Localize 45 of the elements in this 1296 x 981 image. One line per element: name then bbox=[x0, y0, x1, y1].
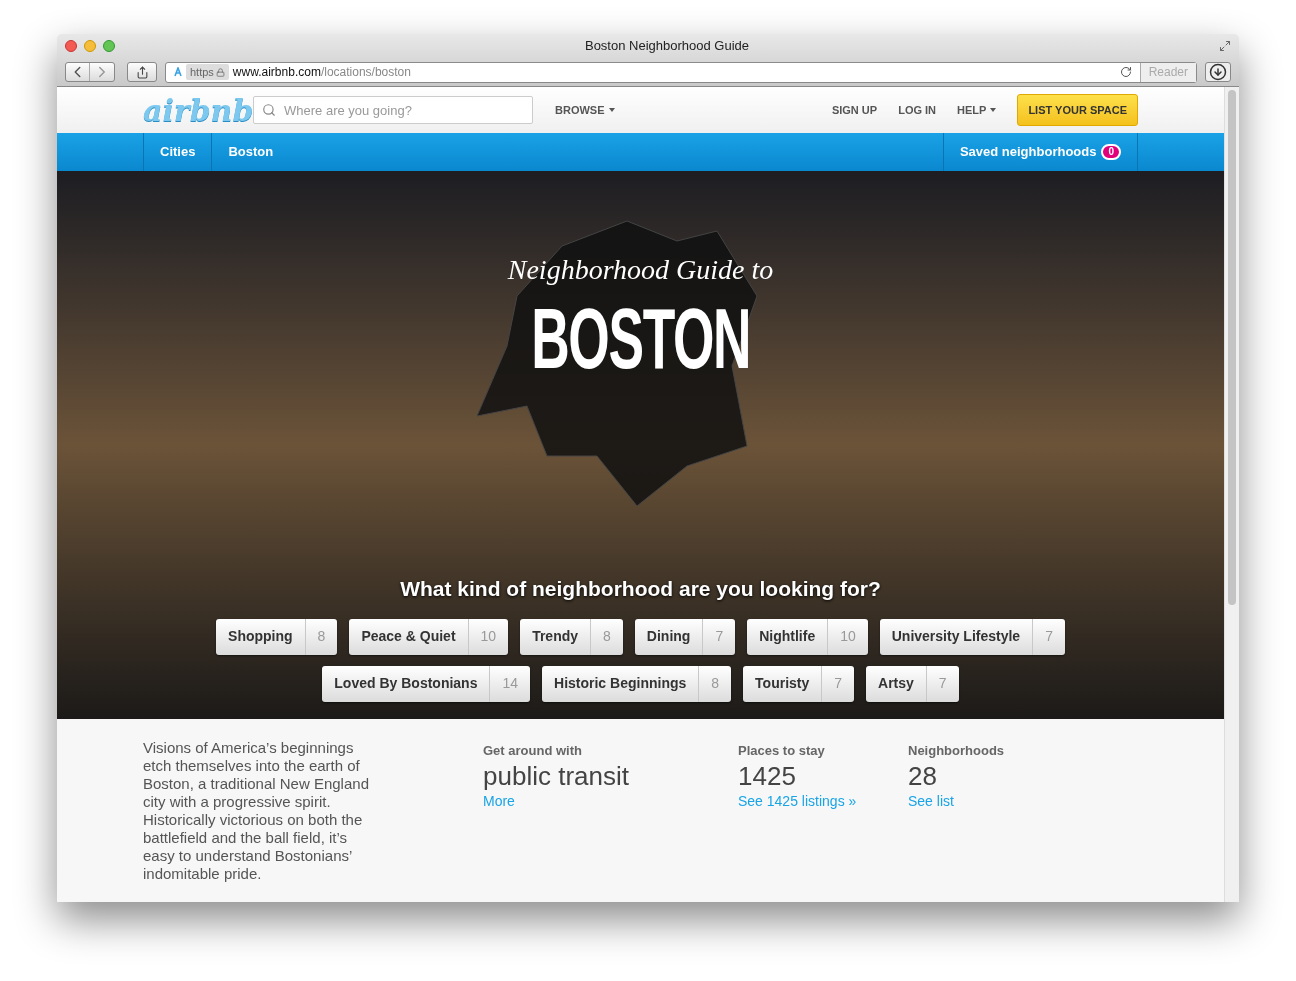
neighborhood-tag-button[interactable]: Dining 7 bbox=[634, 618, 736, 655]
stat-value: public transit bbox=[483, 760, 630, 791]
close-icon[interactable] bbox=[65, 40, 77, 52]
minimize-icon[interactable] bbox=[84, 40, 96, 52]
site-icon bbox=[174, 67, 182, 77]
list-space-button[interactable]: LIST YOUR SPACE bbox=[1017, 94, 1138, 126]
fullscreen-icon[interactable] bbox=[1219, 40, 1231, 52]
header-link[interactable]: LOG IN bbox=[898, 101, 937, 119]
reload-icon[interactable] bbox=[1119, 66, 1132, 78]
share-button[interactable] bbox=[127, 62, 157, 82]
neighborhood-tag-button[interactable]: Historic Beginnings 8 bbox=[542, 665, 732, 702]
header-link[interactable]: HELP bbox=[957, 101, 997, 119]
neighborhood-tag-button[interactable]: Shopping 8 bbox=[216, 618, 338, 655]
stat-value: 1425 bbox=[738, 760, 797, 791]
stat-label: Neighborhoods bbox=[908, 742, 1006, 760]
caret-icon bbox=[608, 108, 615, 112]
share-icon bbox=[135, 65, 149, 79]
tag-question: What kind of neighborhood are you looking for? bbox=[400, 576, 881, 602]
city-description: Visions of America’s beginnings etch themselves into the earth of Boston, a traditional New England city with a progressive spirit. Historically victorious on both the battlefield and the ball field, it’s easy to understand Bostonians’ indomitable pride. bbox=[143, 739, 370, 884]
https-badge: https bbox=[186, 63, 229, 81]
stat-value: 28 bbox=[908, 760, 938, 791]
search-icon bbox=[262, 103, 276, 117]
neighborhood-tag-button[interactable]: University Lifestyle 7 bbox=[879, 618, 1065, 655]
header-link[interactable]: SIGN UP bbox=[831, 101, 878, 119]
neighborhood-tag-button[interactable]: Peace & Quiet 10 bbox=[349, 618, 509, 655]
caret-icon bbox=[990, 108, 997, 112]
browse-menu[interactable]: BROWSE bbox=[555, 101, 615, 119]
neighborhood-tag-button[interactable]: Artsy 7 bbox=[866, 665, 959, 702]
city-title: BOSTON bbox=[530, 293, 751, 383]
neighborhood-tag-button[interactable]: Nightlife 10 bbox=[747, 618, 868, 655]
back-forward-control[interactable] bbox=[65, 62, 115, 82]
stat-label: Get around with bbox=[483, 742, 583, 760]
url-text: www.airbnb.com/locations/boston bbox=[232, 64, 412, 81]
neighborhood-tag-button[interactable]: Loved By Bostonians 14 bbox=[322, 665, 531, 702]
zoom-icon[interactable] bbox=[103, 40, 115, 52]
stat-label: Places to stay bbox=[738, 742, 826, 760]
neighborhood-tag-button[interactable]: Touristy 7 bbox=[743, 665, 855, 702]
guide-subtitle: Neighborhood Guide to bbox=[507, 253, 774, 287]
neighborhood-tag-button[interactable]: Trendy 8 bbox=[520, 618, 623, 655]
downloads-icon[interactable] bbox=[1205, 62, 1231, 82]
count-badge: 0 bbox=[1101, 144, 1121, 160]
address-field[interactable]: https www.airbnb.com/locations/boston Reader bbox=[165, 61, 1197, 83]
search-field[interactable]: Where are you going? bbox=[253, 96, 533, 124]
scrollbar[interactable] bbox=[1224, 87, 1239, 902]
window-title: Boston Neighborhood Guide bbox=[583, 37, 751, 56]
